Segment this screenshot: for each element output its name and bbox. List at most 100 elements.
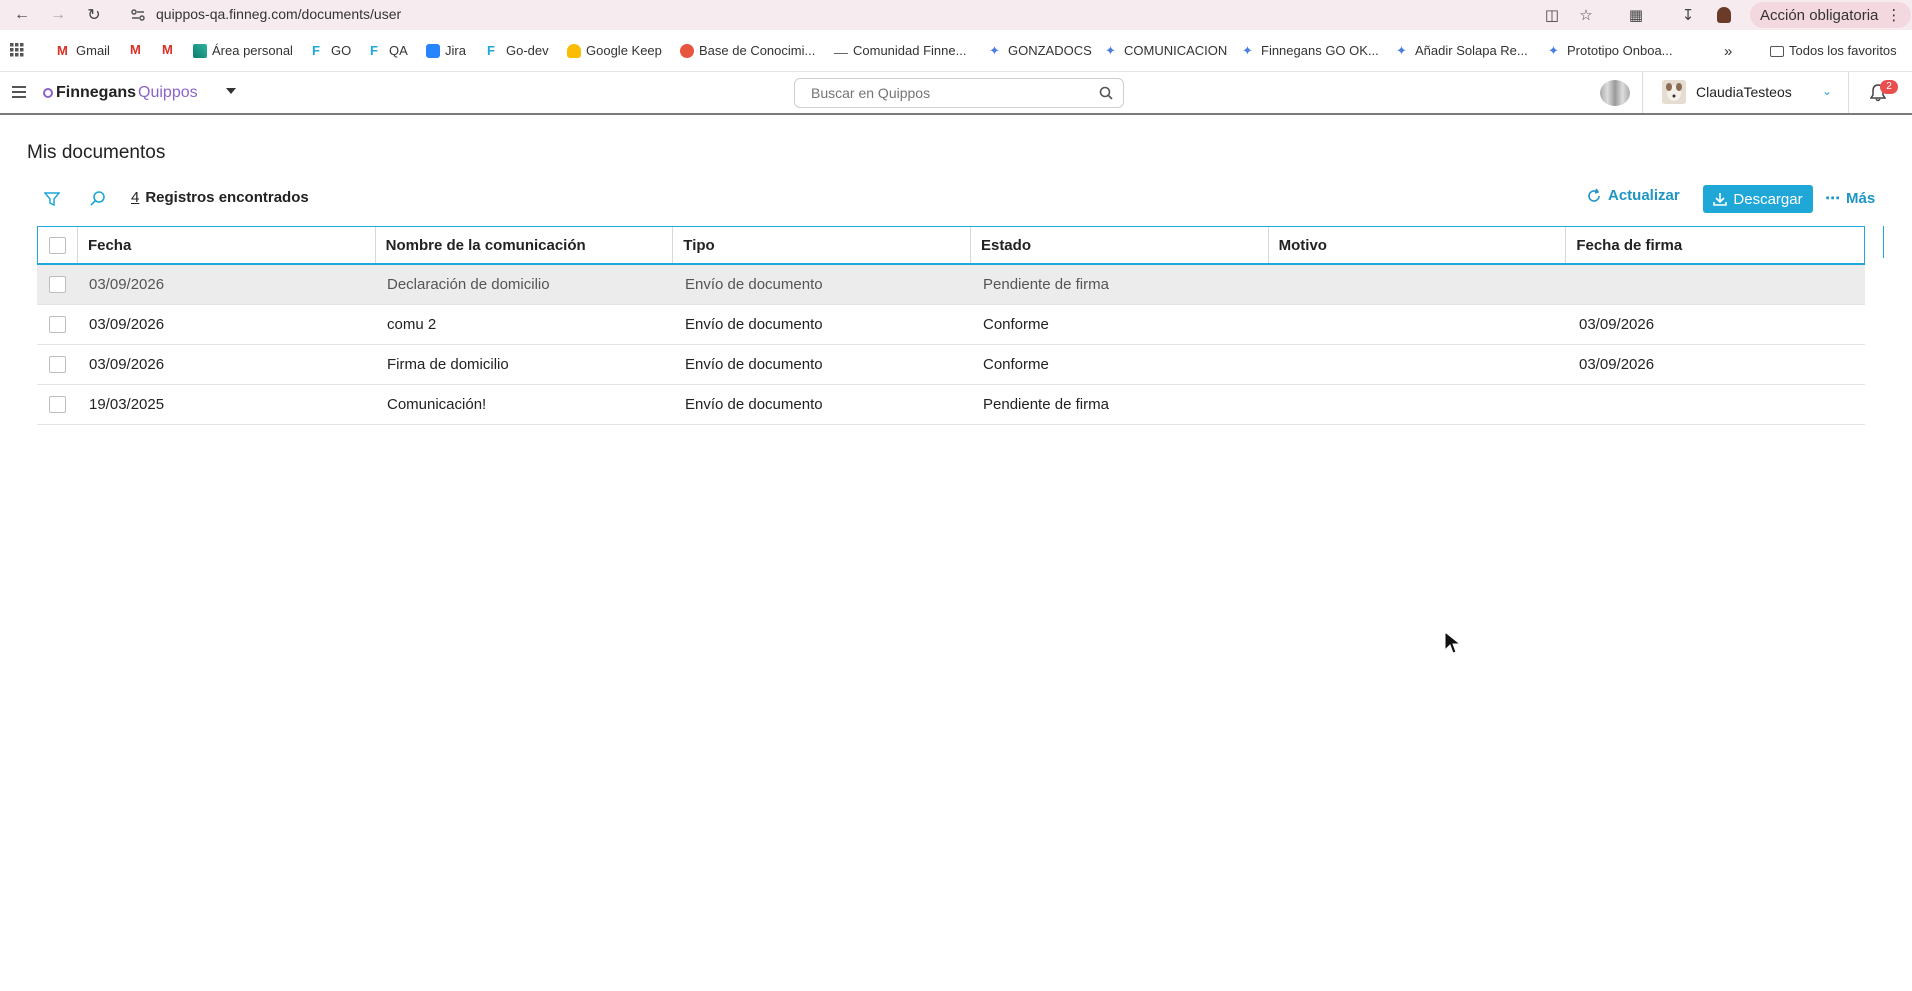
row-checkbox-cell	[37, 265, 77, 304]
chart-icon	[193, 43, 207, 58]
table-row[interactable]: 19/03/2025 Comunicación! Envío de docume…	[37, 385, 1865, 425]
row-checkbox[interactable]	[48, 316, 66, 333]
documents-table: Fecha Nombre de la comunicación Tipo Est…	[37, 226, 1865, 425]
jira-icon	[426, 43, 440, 58]
sparkle-icon: ✦	[1396, 42, 1407, 58]
search-icon[interactable]	[89, 190, 107, 208]
bookmark-finnegans-go[interactable]: ✦ Finnegans GO OK...	[1242, 43, 1379, 58]
table-row[interactable]: 03/09/2026 Declaración de domicilio Enví…	[37, 265, 1865, 305]
url-text[interactable]: quippos-qa.finneg.com/documents/user	[156, 6, 401, 22]
column-header-estado[interactable]: Estado	[971, 227, 1269, 263]
chevron-down-icon[interactable]: ⌄	[1822, 84, 1832, 98]
profile-icon[interactable]	[1713, 4, 1735, 26]
notification-badge: 2	[1880, 80, 1898, 94]
download-button[interactable]: Descargar	[1703, 185, 1813, 213]
ai-assistant-icon[interactable]	[1600, 80, 1630, 106]
cell-fecha-firma: 03/09/2026	[1579, 316, 1655, 333]
site-settings-icon[interactable]	[130, 7, 146, 23]
action-required-label: Acción obligatoria	[1760, 6, 1879, 24]
star-icon[interactable]: ☆	[1575, 4, 1597, 26]
gmail-icon: M	[162, 42, 173, 57]
row-checkbox[interactable]	[48, 356, 66, 373]
keep-icon	[567, 43, 581, 58]
bookmark-area-personal[interactable]: Área personal	[193, 43, 293, 58]
global-search	[794, 78, 1124, 108]
search-input[interactable]	[811, 79, 1091, 107]
app-header: FinnegansQuippos ClaudiaTesteos ⌄ 2	[0, 72, 1912, 115]
table-toolbar	[44, 188, 107, 210]
table-scrollbar[interactable]	[1883, 226, 1884, 258]
header-divider	[1848, 72, 1849, 113]
logo-secondary: Quippos	[138, 84, 198, 101]
sparkle-icon: ✦	[1242, 42, 1253, 58]
more-button[interactable]: ⋯ Más	[1825, 189, 1875, 208]
cell-tipo: Envío de documento	[685, 356, 823, 373]
cell-fecha-firma	[1567, 265, 1865, 304]
bookmark-gonzadocs[interactable]: ✦ GONZADOCS	[989, 43, 1092, 58]
filter-icon[interactable]	[44, 191, 60, 207]
bookmark-prototipo[interactable]: ✦ Prototipo Onboa...	[1548, 43, 1673, 58]
bookmark-comunicacion[interactable]: ✦ COMUNICACION	[1105, 43, 1227, 58]
bookmark-jira[interactable]: Jira	[426, 43, 466, 58]
column-header-nombre[interactable]: Nombre de la comunicación	[376, 227, 674, 263]
table-header: Fecha Nombre de la comunicación Tipo Est…	[37, 226, 1865, 265]
apps-icon[interactable]	[10, 43, 24, 57]
reload-icon[interactable]: ↻	[83, 4, 105, 26]
cell-motivo	[1269, 305, 1567, 344]
action-required-button[interactable]: Acción obligatoria ⋮	[1750, 2, 1912, 28]
gmail-icon: M	[130, 42, 141, 57]
bookmark-gmail[interactable]: M Gmail	[57, 43, 110, 58]
column-header-fecha-firma[interactable]: Fecha de firma	[1566, 227, 1864, 263]
column-header-tipo[interactable]: Tipo	[673, 227, 971, 263]
bookmark-go-dev[interactable]: F Go-dev	[487, 43, 549, 58]
cell-estado: Pendiente de firma	[983, 276, 1109, 293]
extensions-icon[interactable]: ▦	[1625, 4, 1647, 26]
row-checkbox-cell	[37, 345, 77, 384]
cell-tipo: Envío de documento	[685, 396, 823, 413]
bookmark-gmail-2[interactable]: M	[130, 43, 144, 57]
row-checkbox[interactable]	[48, 276, 66, 293]
bookmark-gmail-3[interactable]: M	[162, 43, 176, 57]
hamburger-icon[interactable]	[12, 86, 26, 98]
bookmark-qa[interactable]: F QA	[370, 43, 408, 58]
bookmark-base-conocimiento[interactable]: Base de Conocimi...	[680, 43, 815, 58]
table-row[interactable]: 03/09/2026 comu 2 Envío de documento Con…	[37, 305, 1865, 345]
install-app-icon[interactable]: ◫	[1541, 4, 1563, 26]
download-icon[interactable]: ↧	[1677, 4, 1699, 26]
row-checkbox[interactable]	[48, 396, 66, 413]
app-logo[interactable]: Finnegans Quippos	[42, 84, 198, 102]
page-title: Mis documentos	[27, 142, 166, 163]
column-header-fecha[interactable]: Fecha	[78, 227, 376, 263]
username[interactable]: ClaudiaTesteos	[1696, 84, 1792, 100]
finnegans-icon: F	[312, 42, 320, 58]
cell-motivo	[1269, 385, 1567, 424]
cell-estado: Pendiente de firma	[983, 396, 1109, 413]
column-header-motivo[interactable]: Motivo	[1269, 227, 1567, 263]
bookmark-google-keep[interactable]: Google Keep	[567, 43, 662, 58]
bookmark-go[interactable]: F GO	[312, 43, 351, 58]
search-icon[interactable]	[1099, 86, 1113, 100]
row-checkbox-cell	[37, 385, 77, 424]
bookmark-anadir-solapa[interactable]: ✦ Añadir Solapa Re...	[1396, 43, 1528, 58]
ellipsis-icon: ⋯	[1825, 190, 1840, 207]
back-icon[interactable]: ←	[11, 4, 33, 26]
refresh-button[interactable]: Actualizar	[1586, 187, 1680, 204]
download-label: Descargar	[1733, 190, 1803, 208]
finnegans-icon: F	[487, 42, 495, 58]
cell-tipo: Envío de documento	[685, 276, 823, 293]
avatar[interactable]	[1662, 80, 1686, 104]
bookmark-comunidad[interactable]: Comunidad Finne...	[834, 43, 966, 58]
app-switcher-caret-icon[interactable]	[226, 88, 236, 94]
cell-motivo	[1269, 265, 1567, 304]
table-row[interactable]: 03/09/2026 Firma de domicilio Envío de d…	[37, 345, 1865, 385]
select-all-checkbox[interactable]	[48, 236, 66, 254]
cell-fecha-firma: 03/09/2026	[1579, 356, 1655, 373]
chevron-double-right-icon[interactable]: »	[1724, 43, 1732, 60]
browser-address-bar: ← → ↻ quippos-qa.finneg.com/documents/us…	[0, 0, 1912, 30]
forward-icon[interactable]: →	[47, 4, 69, 26]
all-bookmarks[interactable]: Todos los favoritos	[1770, 43, 1897, 58]
cell-fecha-firma	[1567, 385, 1865, 424]
cell-estado: Conforme	[983, 356, 1049, 373]
record-count: 4 Registros encontrados	[131, 189, 309, 206]
download-icon	[1713, 193, 1728, 206]
